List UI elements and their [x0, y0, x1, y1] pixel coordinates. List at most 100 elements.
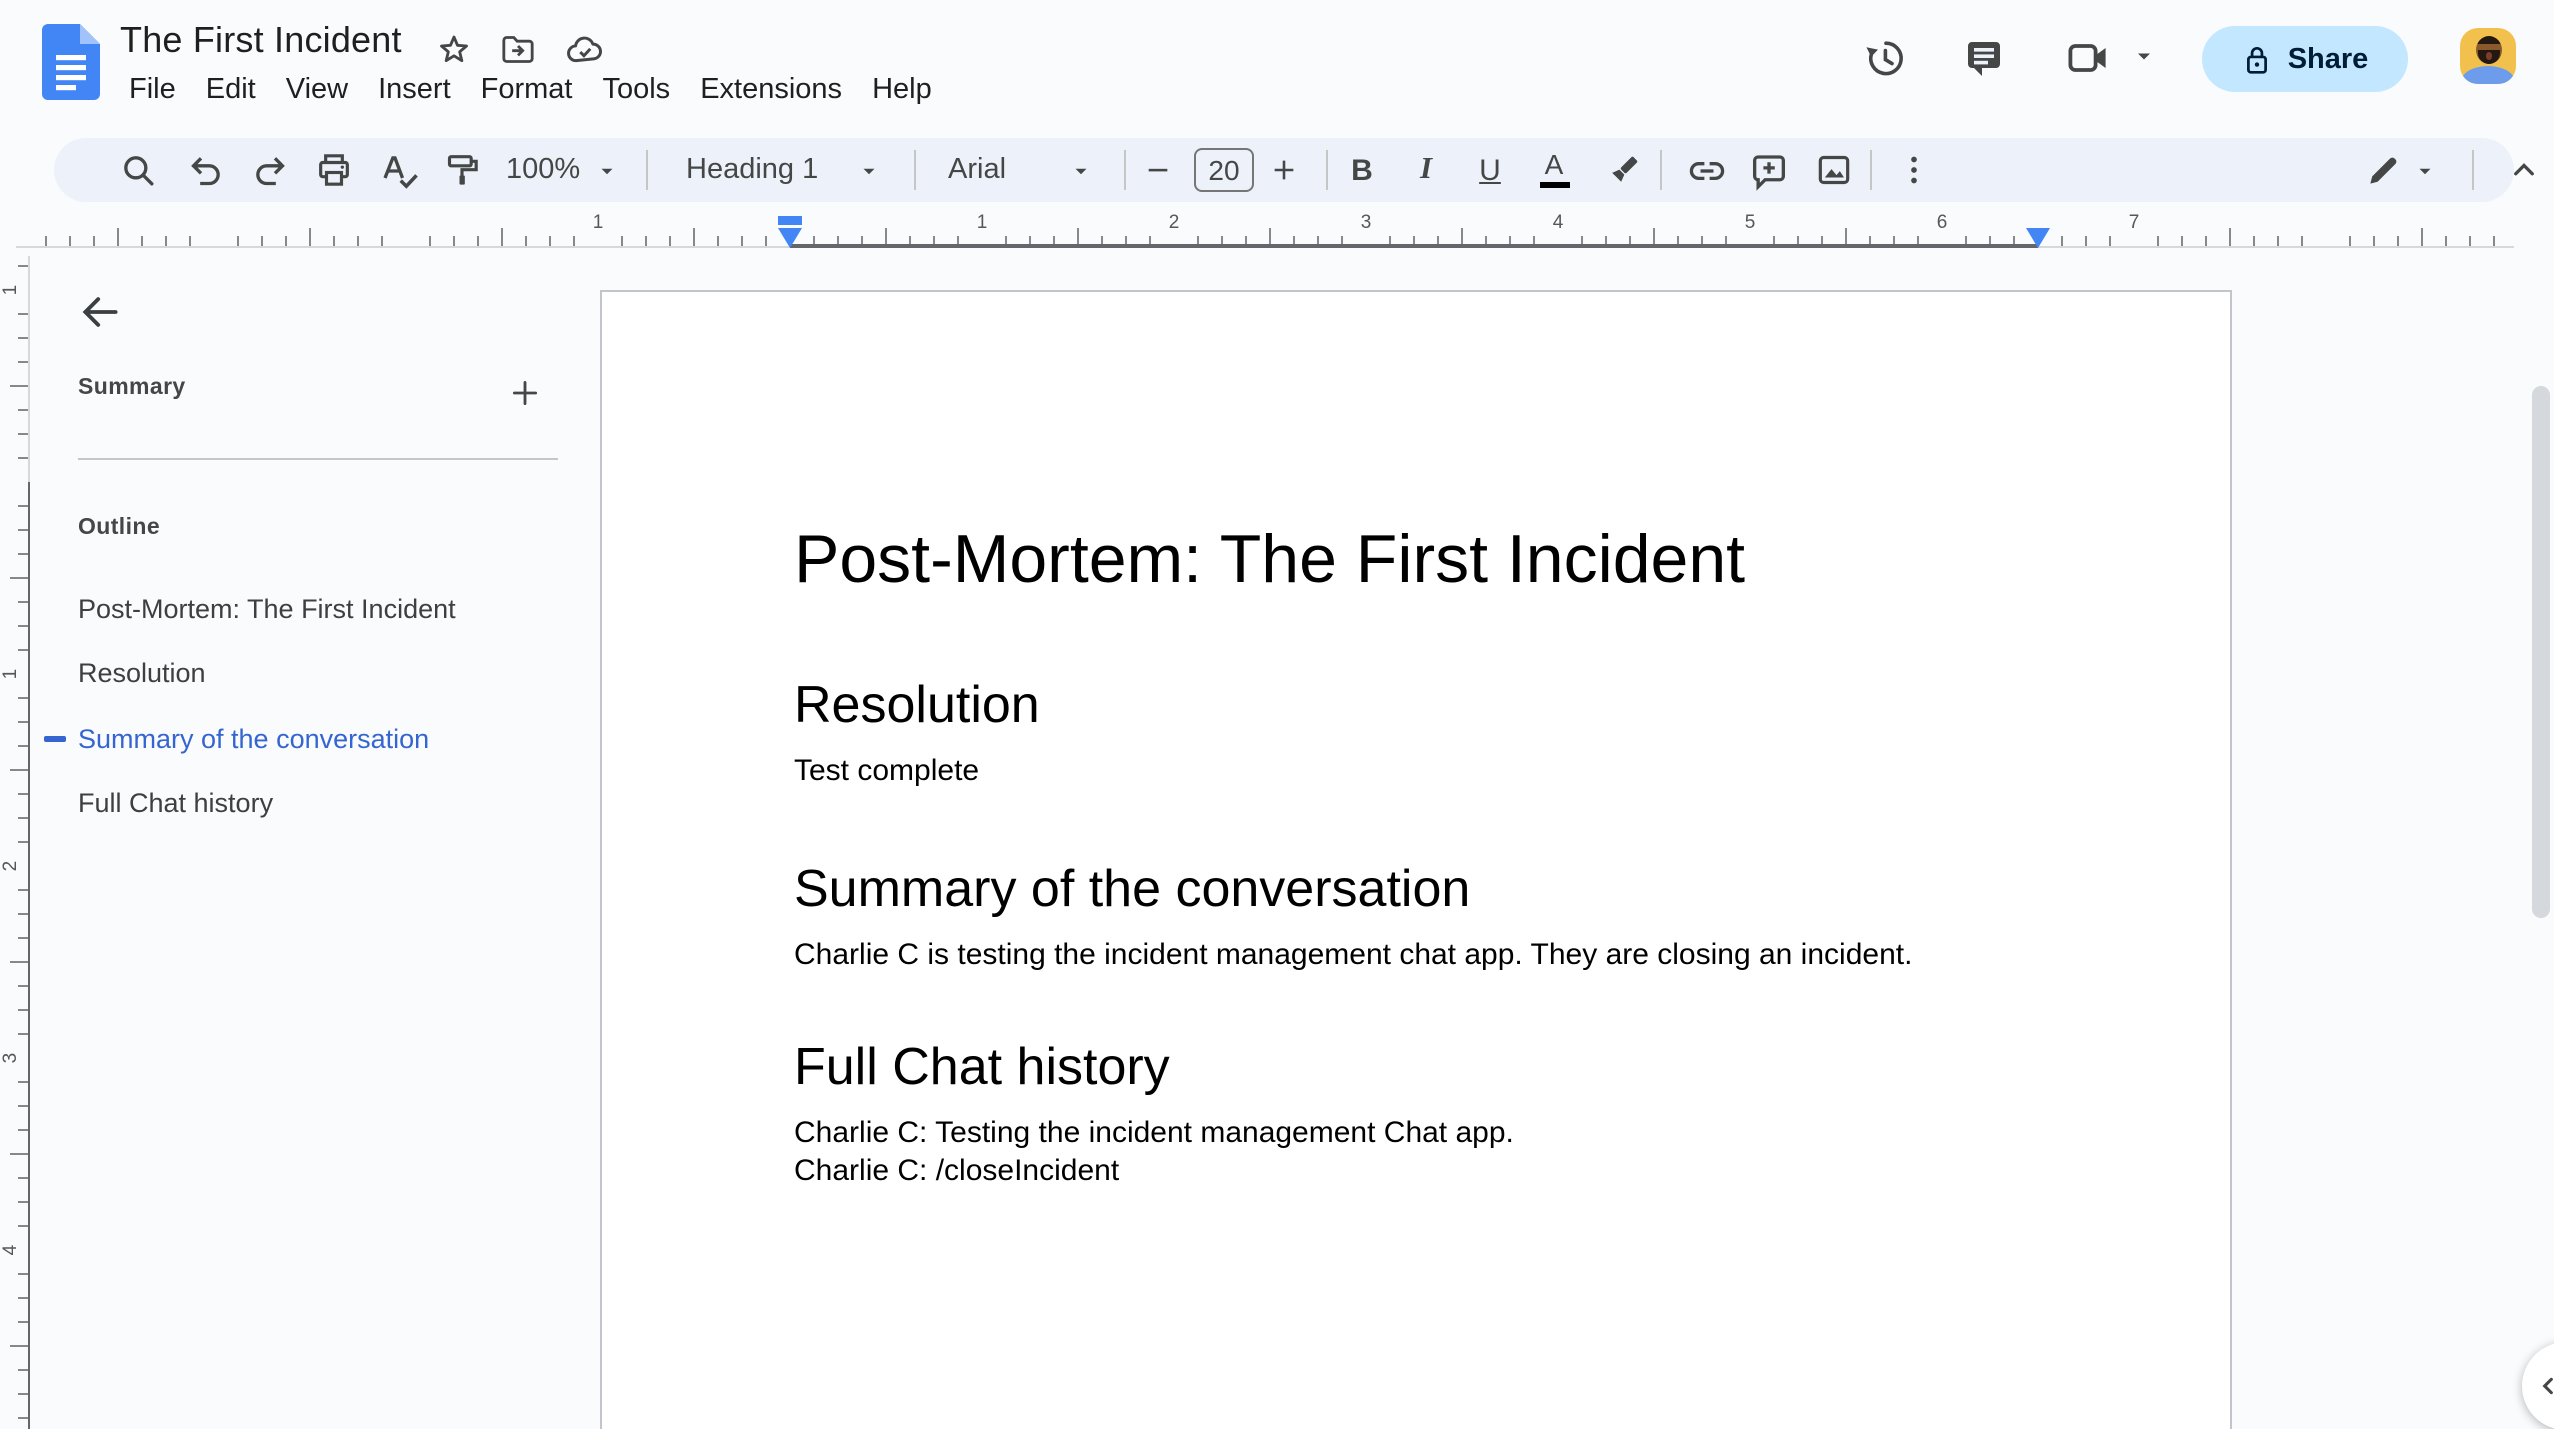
- summary-heading: Summary: [78, 376, 186, 400]
- share-label: Share: [2287, 43, 2369, 75]
- doc-heading-title[interactable]: Post-Mortem: The First Incident: [794, 520, 2042, 600]
- menu-help[interactable]: Help: [857, 70, 947, 110]
- docs-logo-icon[interactable]: [42, 24, 100, 100]
- lock-icon: [2246, 46, 2267, 73]
- menu-insert[interactable]: Insert: [363, 70, 466, 110]
- editing-mode-dropdown-icon[interactable]: [2414, 138, 2438, 202]
- add-summary-icon[interactable]: [502, 370, 546, 414]
- toolbar-divider: [914, 150, 916, 190]
- doc-paragraph[interactable]: Charlie C is testing the incident manage…: [794, 936, 2042, 974]
- document-title-field[interactable]: The First Incident: [120, 20, 402, 62]
- left-indent-marker[interactable]: [776, 216, 804, 250]
- zoom-select[interactable]: 100%: [506, 138, 580, 202]
- ruler-baseline-text-area: [790, 244, 2038, 248]
- menu-file[interactable]: File: [114, 70, 191, 110]
- avatar-shirt: [2462, 66, 2514, 84]
- toolbar-divider: [2472, 150, 2474, 190]
- horizontal-ruler: 1 1 2 3 4 5 6 7: [0, 208, 2514, 256]
- search-icon[interactable]: [111, 144, 163, 196]
- menu-edit[interactable]: Edit: [191, 70, 271, 110]
- outline-item-summary[interactable]: Summary of the conversation: [78, 718, 429, 758]
- ruler-baseline-left: [16, 245, 790, 248]
- comments-icon[interactable]: [1956, 30, 2012, 86]
- chat-line-1: Charlie C: Testing the incident manageme…: [794, 1116, 1514, 1150]
- outline-item-resolution[interactable]: Resolution: [78, 652, 206, 692]
- print-icon[interactable]: [308, 144, 360, 196]
- highlight-color-icon[interactable]: [1598, 144, 1650, 196]
- share-button[interactable]: Share: [2202, 26, 2408, 92]
- ruler-number: 4: [0, 1244, 22, 1256]
- ruler-number: 4: [1552, 212, 1564, 234]
- doc-paragraph[interactable]: Test complete: [794, 752, 2042, 790]
- close-outline-button[interactable]: [66, 278, 134, 346]
- doc-heading-full-chat[interactable]: Full Chat history: [794, 1034, 2042, 1098]
- ruler-number: 2: [0, 860, 22, 872]
- doc-heading-resolution[interactable]: Resolution: [794, 672, 2042, 736]
- font-family-select[interactable]: Arial: [948, 138, 1006, 202]
- paragraph-style-select[interactable]: Heading 1: [686, 138, 818, 202]
- ruler-number: 1: [0, 668, 22, 680]
- hide-menus-icon[interactable]: [2496, 144, 2552, 196]
- ruler-number: 6: [1936, 212, 1948, 234]
- move-folder-icon[interactable]: [496, 28, 540, 72]
- more-options-icon[interactable]: [1888, 144, 1940, 196]
- add-comment-icon[interactable]: [1742, 144, 1794, 196]
- version-history-icon[interactable]: [1856, 30, 1912, 86]
- text-color-swatch: [1539, 181, 1569, 188]
- insert-link-icon[interactable]: [1680, 144, 1732, 196]
- editing-mode-icon[interactable]: [2354, 144, 2410, 196]
- doc-paragraph[interactable]: Charlie C: Testing the incident manageme…: [794, 1114, 2042, 1190]
- ruler-number: 2: [1168, 212, 1180, 234]
- toolbar-divider: [1660, 150, 1662, 190]
- sidebar-divider: [78, 458, 558, 460]
- bold-icon[interactable]: B: [1340, 144, 1384, 196]
- decrease-font-size-icon[interactable]: [1136, 144, 1180, 196]
- outline-sidebar: Summary Outline Post-Mortem: The First I…: [30, 256, 600, 1429]
- style-dropdown-icon[interactable]: [858, 138, 882, 202]
- toolbar-divider: [1326, 150, 1328, 190]
- toolbar-divider: [1870, 150, 1872, 190]
- insert-image-icon[interactable]: [1808, 144, 1860, 196]
- font-size-input[interactable]: 20: [1194, 148, 1254, 192]
- account-avatar[interactable]: [2460, 28, 2516, 84]
- zoom-dropdown-icon[interactable]: [596, 138, 620, 202]
- menu-view[interactable]: View: [271, 70, 363, 110]
- menu-extensions[interactable]: Extensions: [685, 70, 857, 110]
- chat-line-2: Charlie C: /closeIncident: [794, 1154, 1120, 1188]
- menu-tools[interactable]: Tools: [587, 70, 685, 110]
- menu-format[interactable]: Format: [466, 70, 588, 110]
- italic-icon[interactable]: I: [1404, 144, 1448, 196]
- text-color-icon[interactable]: A: [1530, 144, 1578, 196]
- meet-dropdown-icon[interactable]: [2132, 28, 2156, 84]
- cloud-saved-icon[interactable]: [562, 28, 606, 72]
- meet-video-icon[interactable]: [2060, 30, 2116, 86]
- undo-icon[interactable]: [179, 144, 231, 196]
- ruler-number: 1: [976, 212, 988, 234]
- paint-format-icon[interactable]: [435, 144, 487, 196]
- toolbar-divider: [1124, 150, 1126, 190]
- outline-heading: Outline: [78, 516, 161, 540]
- active-section-dash: [44, 736, 66, 741]
- font-dropdown-icon[interactable]: [1070, 138, 1094, 202]
- collapse-panel-button[interactable]: [2522, 1342, 2554, 1429]
- doc-heading-summary[interactable]: Summary of the conversation: [794, 856, 2042, 920]
- outline-item-post-mortem[interactable]: Post-Mortem: The First Incident: [78, 588, 456, 628]
- outline-item-full-chat[interactable]: Full Chat history: [78, 782, 273, 822]
- ruler-number: 7: [2128, 212, 2140, 234]
- right-indent-marker[interactable]: [2024, 228, 2052, 250]
- toolbar-divider: [646, 150, 648, 190]
- back-arrow-icon: [82, 297, 118, 327]
- underline-icon[interactable]: U: [1468, 144, 1512, 196]
- ruler-number: 1: [0, 284, 22, 296]
- document-page[interactable]: Post-Mortem: The First Incident Resoluti…: [600, 290, 2232, 1429]
- spellcheck-icon[interactable]: [372, 144, 424, 196]
- increase-font-size-icon[interactable]: [1262, 144, 1306, 196]
- redo-icon[interactable]: [244, 144, 296, 196]
- ruler-number: 3: [0, 1052, 22, 1064]
- menubar: File Edit View Insert Format Tools Exten…: [114, 70, 947, 110]
- ruler-number: 5: [1744, 212, 1756, 234]
- chevron-left-icon: [2542, 1377, 2553, 1395]
- avatar-mouth: [2485, 52, 2491, 59]
- vertical-scrollbar-thumb[interactable]: [2532, 386, 2550, 918]
- star-icon[interactable]: [432, 28, 476, 72]
